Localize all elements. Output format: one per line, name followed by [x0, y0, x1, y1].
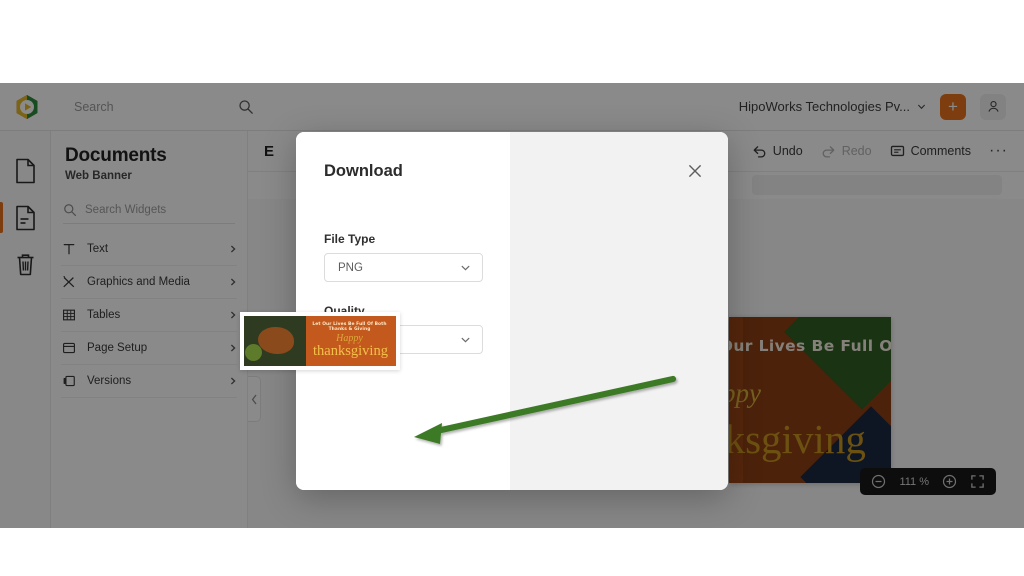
comments-label: Comments — [911, 144, 971, 158]
widgets-panel: Documents Web Banner Search Widgets Text — [51, 131, 248, 528]
account-button[interactable] — [980, 94, 1006, 120]
menu-item-label: Versions — [87, 375, 218, 387]
widget-search-input[interactable]: Search Widgets — [63, 196, 235, 224]
zoom-in-icon[interactable] — [942, 474, 957, 489]
rail-item-editor[interactable] — [0, 194, 51, 241]
preview-tagline: Let Our Lives Be Full Of Both Thanks & G… — [307, 322, 392, 332]
redo-icon — [821, 144, 836, 159]
menu-item-page-setup[interactable]: Page Setup — [61, 332, 237, 365]
file-type-value: PNG — [338, 262, 363, 274]
undo-button[interactable]: Undo — [752, 144, 803, 159]
text-icon — [61, 242, 76, 256]
menu-item-label: Text — [87, 243, 218, 255]
comments-button[interactable]: Comments — [890, 144, 971, 159]
fit-screen-icon[interactable] — [970, 474, 985, 489]
page-icon — [14, 158, 37, 184]
dialog-left-pane: Download File Type PNG Quality Normal — [296, 132, 510, 490]
global-search-placeholder: Search — [74, 100, 114, 114]
undo-icon — [752, 144, 767, 159]
logo-icon — [12, 92, 42, 122]
add-button-label: + — [948, 98, 958, 115]
document-title: E — [264, 143, 274, 160]
page-title: Documents — [65, 145, 247, 167]
banner-artwork[interactable]: Let Our Lives Be Full Of Both Thanks & G… — [729, 317, 891, 483]
dialog-right-pane — [510, 132, 728, 490]
add-button[interactable]: + — [940, 94, 966, 120]
top-bar: Search HipoWorks Technologies Pv... + — [0, 83, 1024, 131]
application-window: Search HipoWorks Technologies Pv... + — [0, 83, 1024, 528]
banner-green-corner — [784, 317, 891, 410]
chevron-down-icon — [460, 262, 471, 273]
zoom-level-label[interactable]: 111 % — [899, 476, 929, 488]
redo-label: Redo — [842, 144, 872, 158]
search-icon — [238, 99, 254, 115]
zoom-controls: 111 % — [860, 468, 996, 495]
trash-icon — [14, 252, 37, 278]
file-type-group: File Type PNG — [324, 232, 483, 282]
redo-button[interactable]: Redo — [821, 144, 872, 159]
close-icon[interactable] — [686, 162, 704, 180]
widget-search-placeholder: Search Widgets — [85, 204, 166, 216]
table-icon — [61, 308, 76, 322]
toolbar-pill — [752, 175, 1002, 195]
menu-item-label: Tables — [87, 309, 218, 321]
preview-artwork: Let Our Lives Be Full Of Both Thanks & G… — [244, 316, 396, 366]
graphics-icon — [61, 275, 76, 289]
top-bar-right: HipoWorks Technologies Pv... + — [739, 94, 1006, 120]
chevron-right-icon — [229, 245, 237, 253]
zoom-out-icon[interactable] — [871, 474, 886, 489]
download-dialog: Download File Type PNG Quality Normal — [296, 132, 728, 490]
search-icon — [63, 203, 77, 217]
chevron-right-icon — [229, 344, 237, 352]
chevron-down-icon — [917, 102, 926, 111]
preview-meat-shape — [258, 327, 294, 354]
download-preview-thumbnail: Let Our Lives Be Full Of Both Thanks & G… — [240, 312, 400, 370]
dialog-title: Download — [324, 162, 403, 181]
file-type-select[interactable]: PNG — [324, 253, 483, 282]
rail-item-documents[interactable] — [0, 147, 51, 194]
org-switcher[interactable]: HipoWorks Technologies Pv... — [739, 99, 926, 114]
zoho-show-logo[interactable] — [12, 92, 42, 122]
page-subtitle: Web Banner — [65, 170, 247, 182]
chevron-right-icon — [229, 278, 237, 286]
chevron-right-icon — [229, 311, 237, 319]
chevron-left-icon — [251, 394, 258, 405]
comment-icon — [890, 144, 905, 159]
widget-menu: Text Graphics and Media — [51, 233, 247, 398]
undo-label: Undo — [773, 144, 803, 158]
banner-thanksgiving-text: thanksgiving — [729, 415, 866, 463]
menu-item-label: Page Setup — [87, 342, 218, 354]
file-type-label: File Type — [324, 232, 483, 246]
icon-rail — [0, 131, 51, 528]
chevron-right-icon — [229, 377, 237, 385]
banner-happy-text: Happy — [729, 378, 761, 409]
user-icon — [986, 99, 1001, 114]
page-lines-icon — [14, 205, 37, 231]
org-name-label: HipoWorks Technologies Pv... — [739, 99, 910, 114]
rail-item-trash[interactable] — [0, 241, 51, 288]
preview-herb-shape — [245, 344, 262, 361]
versions-icon — [61, 374, 76, 388]
banner-tagline: Let Our Lives Be Full Of Both Thanks & G… — [729, 337, 891, 355]
more-options-button[interactable]: ··· — [989, 142, 1008, 160]
global-search[interactable]: Search — [74, 92, 254, 122]
menu-item-text[interactable]: Text — [61, 233, 237, 266]
menu-item-label: Graphics and Media — [87, 276, 218, 288]
toolbar-actions: Undo Redo Comments — [752, 142, 1008, 160]
menu-item-versions[interactable]: Versions — [61, 365, 237, 398]
panel-collapse-handle[interactable] — [248, 376, 261, 422]
chevron-down-icon — [460, 334, 471, 345]
page-setup-icon — [61, 341, 76, 355]
menu-item-graphics-and-media[interactable]: Graphics and Media — [61, 266, 237, 299]
preview-thanksgiving-text: thanksgiving — [307, 343, 394, 360]
menu-item-tables[interactable]: Tables — [61, 299, 237, 332]
